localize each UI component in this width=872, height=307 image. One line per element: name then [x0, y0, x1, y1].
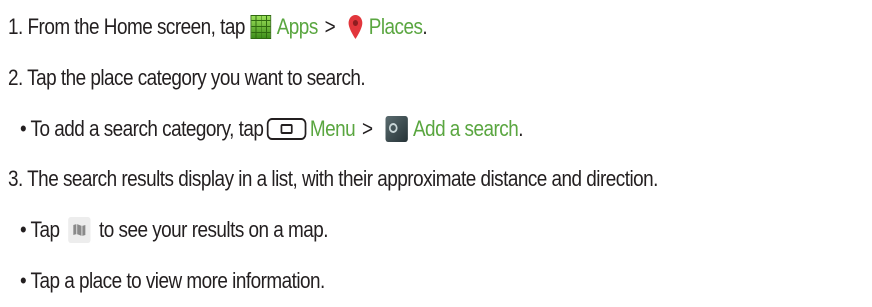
- map-view-icon: [68, 217, 91, 243]
- separator: >: [324, 14, 336, 39]
- step-3-text: 3. The search results display in a list,…: [8, 166, 658, 191]
- step-2-text: 2. Tap the place category you want to se…: [8, 65, 366, 90]
- separator: >: [361, 116, 373, 141]
- step-3-bullet-info: • Tap a place to view more information.: [20, 266, 325, 296]
- step-3: 3. The search results display in a list,…: [8, 164, 658, 194]
- step-1-prefix: 1. From the Home screen, tap: [8, 14, 245, 39]
- step-2-bullet: • To add a search category, tap Menu > A…: [20, 114, 523, 144]
- bullet-prefix: • To add a search category, tap: [20, 116, 264, 141]
- places-link[interactable]: Places: [369, 14, 423, 40]
- step-1-suffix: .: [422, 14, 428, 39]
- apps-grid-icon: [250, 15, 272, 39]
- bullet-text: • Tap a place to view more information.: [20, 268, 325, 293]
- step-3-bullet-map: • Tap to see your results on a map.: [20, 215, 329, 245]
- step-1: 1. From the Home screen, tap Apps > Plac…: [8, 12, 428, 42]
- bullet-suffix: .: [518, 116, 523, 141]
- bullet-prefix: • Tap: [20, 217, 60, 242]
- menu-link[interactable]: Menu: [310, 116, 356, 142]
- add-search-link[interactable]: Add a search: [413, 116, 519, 142]
- step-2: 2. Tap the place category you want to se…: [8, 63, 366, 93]
- bullet-suffix: to see your results on a map.: [99, 217, 329, 242]
- map-pin-icon: [348, 15, 363, 39]
- instructions: 1. From the Home screen, tap Apps > Plac…: [0, 0, 872, 307]
- menu-key-icon: [266, 118, 307, 140]
- apps-link[interactable]: Apps: [277, 14, 319, 40]
- add-search-icon: [385, 116, 408, 142]
